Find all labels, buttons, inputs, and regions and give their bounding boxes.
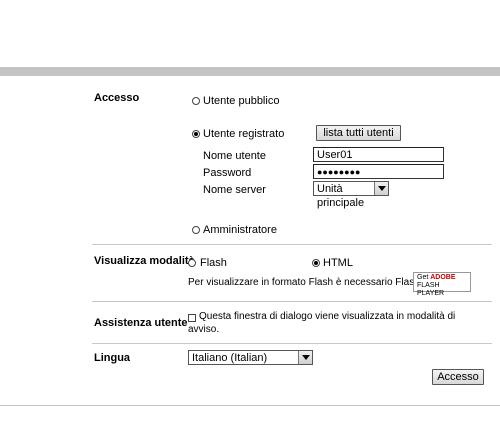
server-name-select[interactable]: Unità principale: [313, 181, 389, 209]
flash-badge-top: Get ADOBE: [417, 274, 467, 282]
divider: [92, 343, 492, 344]
chevron-down-icon: [374, 182, 388, 195]
server-name-label: Nome server: [203, 184, 266, 196]
get-flash-player-link[interactable]: Get ADOBE FLASH PLAYER: [413, 272, 471, 297]
language-select[interactable]: Italiano (Italian): [188, 350, 313, 365]
divider: [92, 244, 492, 245]
header-bar: [0, 67, 500, 76]
radio-icon: [192, 226, 200, 234]
username-field[interactable]: User01: [313, 147, 444, 162]
html-mode-label: HTML: [323, 257, 353, 269]
user-assistance-section-label: Assistenza utente: [94, 317, 188, 329]
flash-mode-label: Flash: [200, 257, 227, 269]
access-section-label: Accesso: [94, 92, 140, 104]
checkbox-icon: [188, 314, 196, 322]
language-section-label: Lingua: [94, 352, 131, 364]
server-name-value: Unità principale: [317, 183, 365, 209]
display-mode-section-label: Visualizza modalità: [94, 255, 195, 267]
administrator-label: Amministratore: [203, 224, 277, 236]
flash-badge-player: FLASH PLAYER: [417, 282, 445, 297]
public-user-radio[interactable]: [192, 96, 200, 108]
username-label: Nome utente: [203, 150, 266, 162]
radio-icon: [192, 97, 200, 105]
flash-badge-get: Get: [417, 274, 429, 281]
radio-icon: [188, 259, 196, 267]
footer-line: [0, 405, 500, 406]
radio-selected-icon: [312, 259, 320, 267]
divider: [92, 301, 492, 302]
flash-mode-radio[interactable]: [188, 258, 196, 270]
login-button[interactable]: Accesso: [432, 369, 484, 385]
password-label: Password: [203, 167, 252, 179]
adobe-logo-text: ADOBE: [430, 274, 456, 281]
language-value: Italiano (Italian): [192, 352, 268, 364]
chevron-down-icon: [298, 351, 312, 364]
radio-selected-icon: [192, 130, 200, 138]
public-user-label: Utente pubblico: [203, 95, 280, 107]
html-mode-radio[interactable]: [312, 258, 320, 270]
assistance-text-line1: Questa finestra di dialogo viene visuali…: [199, 311, 456, 322]
assistance-text-line2: avviso.: [188, 324, 220, 335]
registered-user-label: Utente registrato: [203, 128, 285, 140]
registered-user-radio[interactable]: [192, 129, 200, 141]
administrator-radio[interactable]: [192, 225, 200, 237]
list-all-users-button[interactable]: lista tutti utenti: [316, 125, 401, 141]
password-field[interactable]: ●●●●●●●●: [313, 164, 444, 179]
